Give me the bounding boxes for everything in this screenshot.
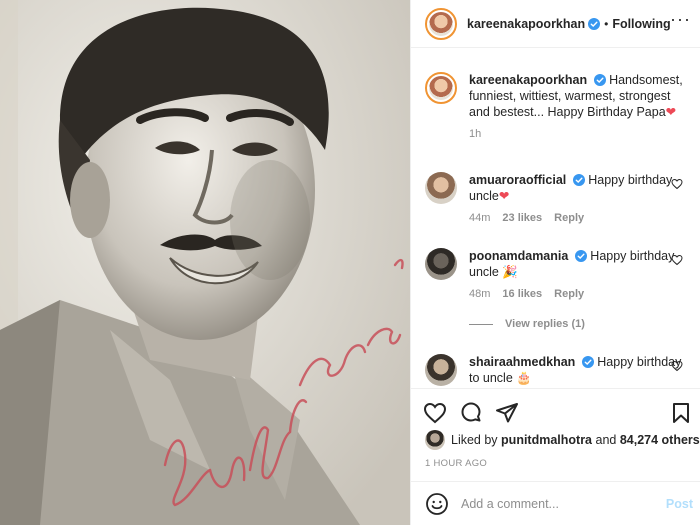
commenter-avatar[interactable] — [425, 354, 457, 386]
following-button[interactable]: Following — [612, 17, 670, 31]
author-avatar[interactable] — [425, 7, 457, 40]
verified-icon — [581, 356, 594, 368]
likes-others[interactable]: 84,274 others — [620, 433, 700, 447]
verified-icon — [593, 74, 606, 86]
likes-prefix: Liked by — [451, 433, 498, 447]
caption-avatar[interactable] — [425, 72, 457, 104]
comment-meta: 48m 16 likes Reply — [469, 288, 689, 300]
heart-icon[interactable] — [671, 254, 683, 266]
caption-meta: 1h — [469, 128, 689, 140]
post-header: kareenakapoorkhan • Following ··· — [411, 0, 700, 48]
emoji-icon[interactable] — [425, 492, 449, 516]
comment-input[interactable] — [461, 496, 661, 511]
heart-icon[interactable] — [671, 360, 683, 372]
view-replies-button[interactable]: View replies (1) — [469, 318, 585, 330]
caption-username[interactable]: kareenakapoorkhan — [469, 73, 587, 87]
comment-username[interactable]: shairaahmedkhan — [469, 355, 575, 369]
liker-avatar[interactable] — [425, 430, 445, 450]
verified-icon — [572, 174, 585, 186]
reply-button[interactable]: Reply — [554, 212, 584, 224]
share-icon[interactable] — [495, 401, 519, 425]
likes-and: and — [595, 433, 617, 447]
vintage-portrait-image — [0, 0, 410, 525]
heart-emoji: ❤ — [498, 189, 510, 203]
post-photo[interactable] — [0, 0, 410, 525]
replies-divider — [469, 323, 493, 325]
heart-emoji: ❤ — [665, 105, 677, 119]
commenter-avatar[interactable] — [425, 248, 457, 280]
comment-meta: 44m 23 likes Reply — [469, 212, 689, 224]
comment-likes[interactable]: 16 likes — [502, 288, 542, 300]
reply-button[interactable]: Reply — [554, 288, 584, 300]
separator-dot: • — [604, 16, 609, 31]
comment-time[interactable]: 44m — [469, 212, 490, 224]
heart-icon[interactable] — [671, 178, 683, 190]
comment-row: shairaahmedkhan Happy birthday to uncle … — [425, 354, 689, 386]
comment-time[interactable]: 48m — [469, 288, 490, 300]
caption-row: kareenakapoorkhan Handsomest, funniest, … — [425, 72, 689, 140]
more-icon[interactable]: ··· — [670, 10, 691, 28]
comment-likes[interactable]: 23 likes — [502, 212, 542, 224]
caption-time[interactable]: 1h — [469, 128, 481, 140]
comment-icon[interactable] — [459, 401, 483, 425]
view-replies-label[interactable]: View replies (1) — [505, 318, 585, 330]
verified-icon — [588, 17, 601, 30]
likes-summary: Liked by punitdmalhotra and 84,274 other… — [425, 430, 700, 450]
cake-emoji: 🎂 — [516, 371, 532, 385]
bookmark-icon[interactable] — [669, 401, 693, 425]
comment-text: poonamdamania Happy birthday uncle 🎉 — [469, 248, 689, 280]
comments-list: kareenakapoorkhan Handsomest, funniest, … — [411, 48, 700, 388]
caption-text: kareenakapoorkhan Handsomest, funniest, … — [469, 72, 689, 120]
action-bar — [411, 388, 700, 436]
add-comment-bar: Post — [411, 481, 700, 525]
commenter-avatar[interactable] — [425, 172, 457, 204]
liker-username[interactable]: punitdmalhotra — [501, 433, 592, 447]
comment-row: amuaroraofficial Happy birthday uncle❤ 4… — [425, 172, 689, 224]
author-username[interactable]: kareenakapoorkhan — [467, 17, 585, 31]
comment-text: shairaahmedkhan Happy birthday to uncle … — [469, 354, 689, 386]
comment-text: amuaroraofficial Happy birthday uncle❤ — [469, 172, 689, 204]
comment-row: poonamdamania Happy birthday uncle 🎉 48m… — [425, 248, 689, 300]
post-timestamp[interactable]: 1 HOUR AGO — [425, 458, 487, 469]
post-button[interactable]: Post — [666, 497, 693, 511]
comment-username[interactable]: poonamdamania — [469, 249, 568, 263]
post-sidebar: kareenakapoorkhan • Following ··· kareen… — [410, 0, 700, 525]
heart-icon[interactable] — [423, 401, 447, 425]
comment-username[interactable]: amuaroraofficial — [469, 173, 566, 187]
verified-icon — [574, 250, 587, 262]
party-emoji: 🎉 — [502, 265, 518, 279]
